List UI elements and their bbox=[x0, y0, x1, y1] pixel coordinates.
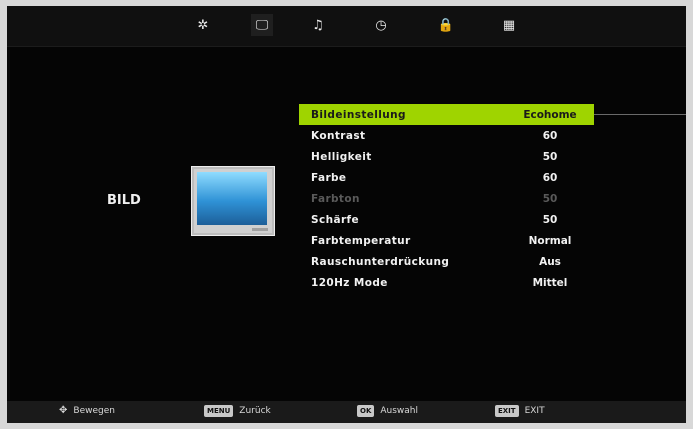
menu-item-farbton: Farbton 50 bbox=[299, 188, 686, 209]
preview-screen bbox=[197, 172, 267, 225]
lock-icon: 🔒 bbox=[437, 17, 455, 33]
preview-stand bbox=[252, 228, 268, 231]
tab-apps[interactable]: ▦ bbox=[498, 14, 520, 36]
section-title: BILD bbox=[107, 193, 141, 208]
exit-key-icon: EXIT bbox=[495, 405, 519, 417]
hint-exit-label: EXIT bbox=[524, 406, 545, 416]
arrow-keys-icon: ✥ bbox=[59, 405, 68, 416]
menu-item-value: Ecohome bbox=[523, 108, 577, 121]
menu-item-farbtemperatur[interactable]: Farbtemperatur Normal bbox=[299, 230, 686, 251]
menu-item-rauschunterdrueckung[interactable]: Rauschunterdrückung Aus bbox=[299, 251, 686, 272]
picture-menu: Bildeinstellung Ecohome Kontrast 60 Hell… bbox=[299, 104, 686, 293]
menu-item-farbe[interactable]: Farbe 60 bbox=[299, 167, 686, 188]
menu-item-label: Bildeinstellung bbox=[311, 108, 406, 121]
monitor-icon: 🖵 bbox=[255, 17, 269, 33]
menu-item-value: 60 bbox=[542, 171, 558, 184]
menu-item-label: Rauschunterdrückung bbox=[311, 255, 450, 268]
menu-item-label: Schärfe bbox=[311, 213, 360, 226]
menu-item-120hz-mode[interactable]: 120Hz Mode Mittel bbox=[299, 272, 686, 293]
hint-back-label: Zurück bbox=[239, 406, 271, 416]
hint-back: MENU Zurück bbox=[204, 405, 271, 417]
divider-line bbox=[594, 114, 686, 115]
grid-icon: ▦ bbox=[502, 17, 516, 33]
menu-item-helligkeit[interactable]: Helligkeit 50 bbox=[299, 146, 686, 167]
menu-item-schaerfe[interactable]: Schärfe 50 bbox=[299, 209, 686, 230]
tv-screen: ✲ 🖵 ♫ ◷ 🔒 ▦ BILD Bildeinstellung Ecohome… bbox=[7, 6, 686, 423]
hint-move: ✥ Bewegen bbox=[59, 405, 115, 416]
tab-sound[interactable]: ♫ bbox=[307, 14, 329, 36]
tab-settings[interactable]: ✲ bbox=[192, 14, 214, 36]
tab-lock[interactable]: 🔒 bbox=[435, 14, 457, 36]
hint-exit: EXIT EXIT bbox=[495, 405, 545, 417]
menu-item-label: Helligkeit bbox=[311, 150, 372, 163]
tab-timer[interactable]: ◷ bbox=[370, 14, 392, 36]
menu-item-value: 50 bbox=[542, 150, 558, 163]
ok-key-icon: OK bbox=[357, 405, 375, 417]
gear-icon: ✲ bbox=[197, 17, 209, 33]
hint-select: OK Auswahl bbox=[357, 405, 418, 417]
menu-item-label: Farbton bbox=[311, 192, 360, 205]
menu-item-value: 50 bbox=[542, 192, 558, 205]
footer-hint-bar: ✥ Bewegen MENU Zurück OK Auswahl EXIT EX… bbox=[7, 401, 686, 423]
menu-item-label: 120Hz Mode bbox=[311, 276, 388, 289]
picture-preview-icon bbox=[191, 166, 275, 236]
menu-item-value: 50 bbox=[542, 213, 558, 226]
menu-item-kontrast[interactable]: Kontrast 60 bbox=[299, 125, 686, 146]
menu-item-value: Aus bbox=[539, 255, 561, 268]
menu-item-label: Farbtemperatur bbox=[311, 234, 411, 247]
hint-move-label: Bewegen bbox=[73, 405, 115, 416]
hint-select-label: Auswahl bbox=[380, 406, 419, 416]
menu-key-icon: MENU bbox=[204, 405, 234, 417]
menu-item-value: 60 bbox=[542, 129, 558, 142]
clock-icon: ◷ bbox=[375, 17, 387, 33]
music-note-icon: ♫ bbox=[312, 17, 324, 33]
menu-item-bildeinstellung[interactable]: Bildeinstellung Ecohome bbox=[299, 104, 686, 125]
menu-item-value: Mittel bbox=[532, 276, 568, 289]
menu-item-label: Kontrast bbox=[311, 129, 366, 142]
menu-item-label: Farbe bbox=[311, 171, 347, 184]
menu-item-value: Normal bbox=[528, 234, 572, 247]
tab-bar: ✲ 🖵 ♫ ◷ 🔒 ▦ bbox=[7, 6, 686, 47]
tab-picture[interactable]: 🖵 bbox=[251, 14, 273, 36]
